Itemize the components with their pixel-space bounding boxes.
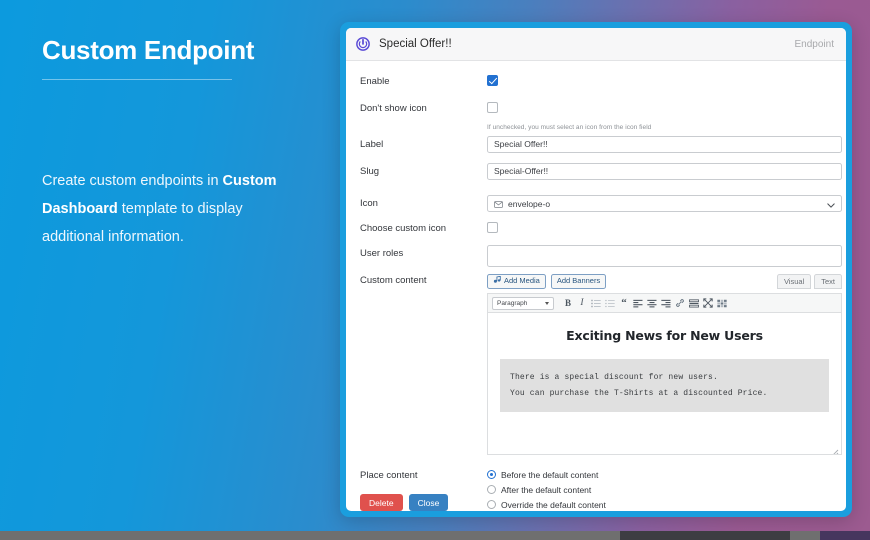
title-divider xyxy=(42,78,232,80)
radio-after-indicator xyxy=(487,485,496,494)
modal-footer: Delete Close xyxy=(360,494,449,511)
icon-select[interactable]: envelope-o xyxy=(487,195,842,212)
editor-content-heading: Exciting News for New Users xyxy=(566,328,763,343)
promo-description: Create custom endpoints in Custom Dashbo… xyxy=(42,167,305,252)
label-field-control: Special Offer!! xyxy=(487,136,842,153)
slug-control: Special-Offer!! xyxy=(487,163,842,180)
read-more-icon[interactable] xyxy=(687,296,701,310)
place-content-options: Before the default content After the def… xyxy=(487,467,832,511)
user-roles-label: User roles xyxy=(360,248,404,259)
modal-header: Special Offer!! Endpoint xyxy=(346,28,846,61)
radio-before-label: Before the default content xyxy=(501,469,599,480)
tab-visual-label: Visual xyxy=(783,276,805,286)
caret-down-icon xyxy=(545,302,549,305)
radio-override-default-content[interactable]: Override the default content xyxy=(487,497,832,511)
choose-custom-icon-checkbox[interactable] xyxy=(487,222,498,233)
editor-pre-line-2: You can purchase the T-Shirts at a disco… xyxy=(510,388,768,398)
align-right-icon[interactable] xyxy=(659,296,673,310)
close-button[interactable]: Close xyxy=(408,494,449,511)
editor-content-preformatted: There is a special discount for new user… xyxy=(500,359,829,413)
field-row-custom-content: Custom content Add Media Add Banners Vis… xyxy=(360,272,842,455)
editor-content-area[interactable]: Exciting News for New Users There is a s… xyxy=(487,312,842,455)
add-media-label: Add Media xyxy=(504,276,540,286)
endpoint-modal-frame: Special Offer!! Endpoint Enable Don't sh… xyxy=(340,22,852,517)
add-media-button[interactable]: Add Media xyxy=(487,273,546,289)
radio-override-label: Override the default content xyxy=(501,499,606,510)
dont-show-icon-control: If unchecked, you must select an icon fr… xyxy=(487,100,832,131)
place-content-label: Place content xyxy=(360,470,418,481)
editor-mode-tabs: Visual Text xyxy=(776,273,842,289)
radio-override-indicator xyxy=(487,500,496,509)
editor-topbar: Add Media Add Banners Visual Text xyxy=(487,272,842,290)
custom-content-label: Custom content xyxy=(360,275,427,286)
page-title: Custom Endpoint xyxy=(42,35,255,65)
endpoint-badge: Endpoint xyxy=(794,38,834,50)
radio-before-default-content[interactable]: Before the default content xyxy=(487,467,832,482)
enable-label: Enable xyxy=(360,76,390,87)
radio-before-indicator xyxy=(487,470,496,479)
choose-custom-icon-control xyxy=(487,220,832,238)
enable-checkbox[interactable] xyxy=(487,75,498,86)
icon-control: envelope-o xyxy=(487,195,842,212)
blockquote-icon[interactable]: “ xyxy=(617,296,631,310)
link-icon[interactable] xyxy=(673,296,687,310)
bold-icon[interactable]: B xyxy=(561,296,575,310)
slug-label: Slug xyxy=(360,166,380,177)
field-row-slug: Slug Special-Offer!! xyxy=(360,163,842,195)
chevron-down-icon xyxy=(827,195,835,213)
fullscreen-icon[interactable] xyxy=(701,296,715,310)
promo-panel: Custom Endpoint Create custom endpoints … xyxy=(0,0,335,530)
field-row-choose-custom-icon: Choose custom icon xyxy=(360,220,832,245)
italic-icon[interactable]: I xyxy=(575,296,589,310)
tab-text-label: Text xyxy=(821,276,835,286)
field-row-enable: Enable xyxy=(360,73,832,100)
toolbar-toggle-icon[interactable] xyxy=(715,296,729,310)
envelope-icon xyxy=(494,195,503,213)
wysiwyg-editor: Add Media Add Banners Visual Text Paragr… xyxy=(487,272,842,455)
power-icon xyxy=(356,37,370,51)
bulleted-list-icon[interactable] xyxy=(589,296,603,310)
field-row-dont-show-icon: Don't show icon If unchecked, you must s… xyxy=(360,100,832,136)
choose-custom-icon-label: Choose custom icon xyxy=(360,223,447,234)
modal-body: Enable Don't show icon If unchecked, you… xyxy=(346,61,846,511)
delete-button[interactable]: Delete xyxy=(360,494,403,511)
radio-after-label: After the default content xyxy=(501,484,592,495)
add-banners-button[interactable]: Add Banners xyxy=(550,273,607,289)
editor-pre-line-1: There is a special discount for new user… xyxy=(510,373,718,382)
dont-show-icon-label: Don't show icon xyxy=(360,103,427,114)
modal-title: Special Offer!! xyxy=(379,38,452,50)
format-select[interactable]: Paragraph xyxy=(492,296,554,310)
resize-handle-icon[interactable] xyxy=(831,444,839,454)
icon-select-value: envelope-o xyxy=(508,198,551,209)
enable-control xyxy=(487,73,832,91)
bottom-strip-segment-2 xyxy=(820,531,870,540)
align-left-icon[interactable] xyxy=(631,296,645,310)
dont-show-icon-hint: If unchecked, you must select an icon fr… xyxy=(487,124,652,131)
add-banners-label: Add Banners xyxy=(556,276,601,286)
icon-label: Icon xyxy=(360,198,378,209)
tab-text[interactable]: Text xyxy=(814,273,842,289)
editor-toolbar: Paragraph B I “ xyxy=(487,293,842,312)
dont-show-icon-checkbox[interactable] xyxy=(487,102,498,113)
label-input[interactable]: Special Offer!! xyxy=(487,136,842,153)
media-icon xyxy=(493,276,501,286)
field-row-label: Label Special Offer!! xyxy=(360,136,842,163)
format-select-value: Paragraph xyxy=(497,299,528,307)
align-center-icon[interactable] xyxy=(645,296,659,310)
promo-text-part1: Create custom endpoints in xyxy=(42,172,223,189)
custom-content-control: Add Media Add Banners Visual Text Paragr… xyxy=(487,272,842,455)
label-field-label: Label xyxy=(360,139,384,150)
bottom-strip xyxy=(0,531,870,540)
slug-input[interactable]: Special-Offer!! xyxy=(487,163,842,180)
numbered-list-icon[interactable] xyxy=(603,296,617,310)
user-roles-control xyxy=(487,245,842,267)
tab-visual[interactable]: Visual xyxy=(776,273,812,289)
user-roles-input[interactable] xyxy=(487,245,842,267)
radio-after-default-content[interactable]: After the default content xyxy=(487,482,832,497)
field-row-user-roles: User roles xyxy=(360,245,842,272)
bottom-strip-segment-1 xyxy=(620,531,790,540)
field-row-icon: Icon envelope-o xyxy=(360,195,842,220)
endpoint-modal: Special Offer!! Endpoint Enable Don't sh… xyxy=(346,28,846,511)
